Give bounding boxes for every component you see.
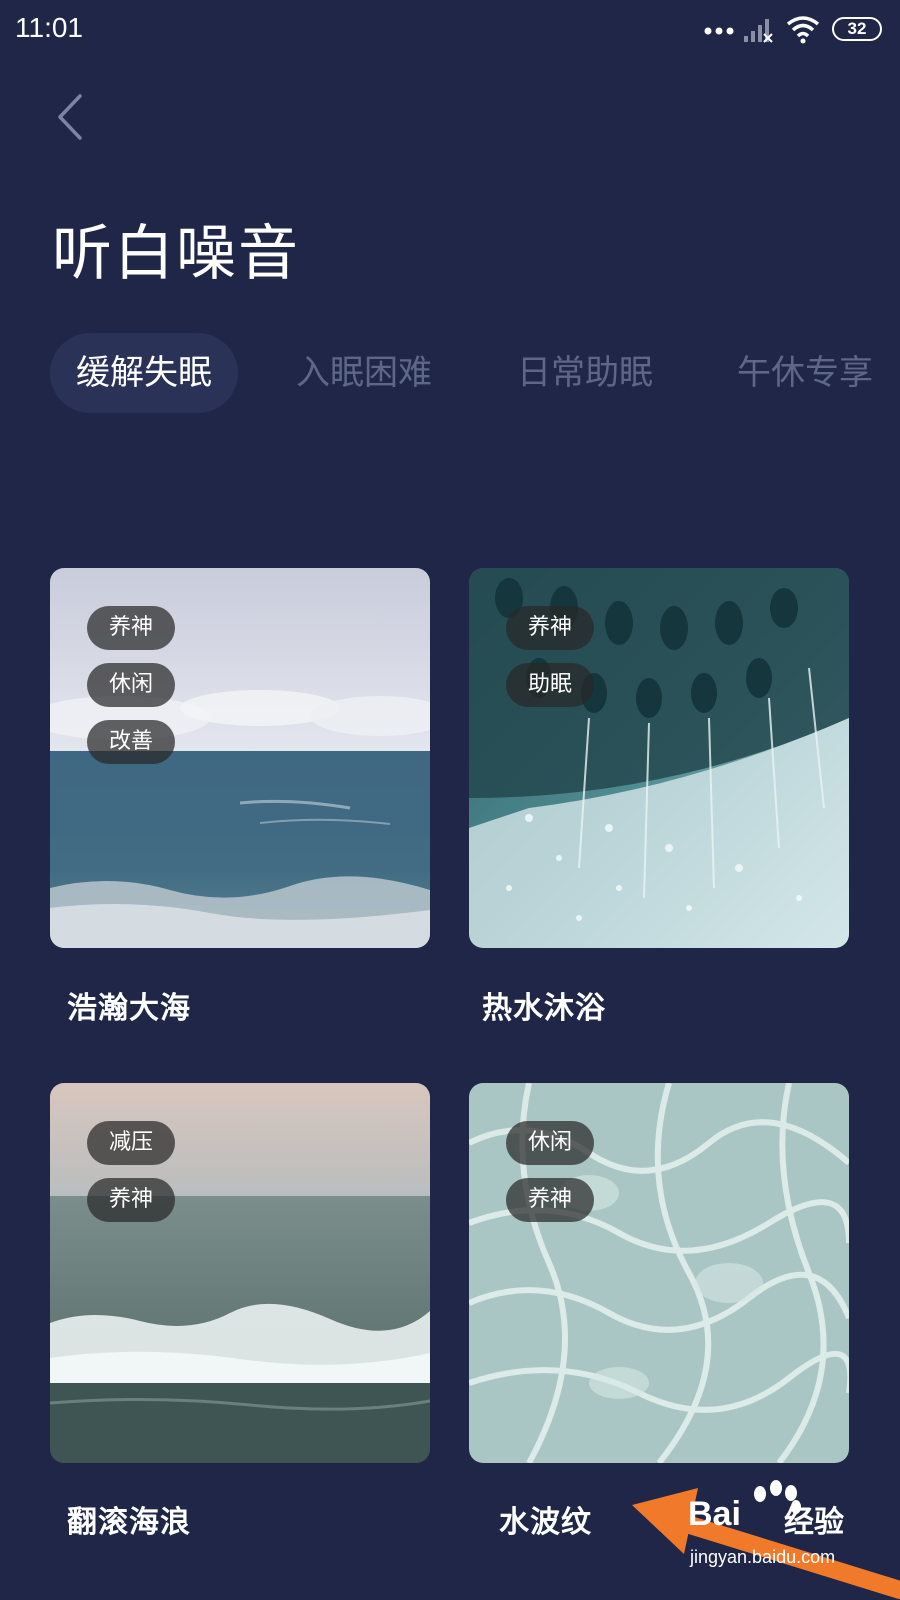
card-title: 翻滚海浪	[67, 1505, 191, 1540]
tag: 休闲	[506, 1121, 595, 1165]
category-tabs: 缓解失眠 入眠困难 日常助眠 午休专享	[50, 333, 900, 413]
status-time: 11:01	[15, 12, 83, 43]
tag: 养神	[506, 1178, 595, 1222]
sound-card[interactable]: 养神 助眠	[469, 568, 849, 948]
watermark-brand: Bai	[688, 1495, 741, 1533]
card-title: 水波纹	[499, 1505, 592, 1540]
page-title: 听白噪音	[52, 219, 300, 289]
tag: 养神	[506, 606, 595, 650]
chevron-left-icon[interactable]	[52, 90, 96, 144]
tab-nap-special[interactable]: 午休专享	[737, 333, 873, 413]
wifi-icon	[786, 16, 820, 44]
battery-icon: 32	[832, 17, 882, 41]
tab-daily-sleep-aid[interactable]: 日常助眠	[517, 333, 653, 413]
tag: 休闲	[87, 663, 176, 707]
status-bar: 11:01 32	[0, 0, 900, 62]
baidu-watermark	[632, 1480, 900, 1599]
sound-card[interactable]: 休闲 养神	[469, 1083, 849, 1463]
sound-card[interactable]: 减压 养神	[50, 1083, 430, 1463]
battery-level: 32	[847, 19, 867, 38]
signal-icon	[744, 19, 773, 43]
watermark-brand-cn: 经验	[784, 1505, 844, 1540]
tab-hard-to-fall-asleep[interactable]: 入眠困难	[296, 333, 432, 413]
card-title: 热水沐浴	[482, 991, 606, 1026]
tag: 养神	[87, 606, 176, 650]
tab-relieve-insomnia[interactable]: 缓解失眠	[50, 333, 238, 413]
card-title: 浩瀚大海	[67, 991, 191, 1026]
tag: 养神	[87, 1178, 176, 1222]
watermark-url: jingyan.baidu.com	[690, 1547, 836, 1567]
tag: 助眠	[506, 663, 595, 707]
tag: 改善	[87, 720, 176, 764]
sound-card[interactable]: 养神 休闲 改善	[50, 568, 430, 948]
more-dots-icon	[704, 27, 734, 35]
tag: 减压	[87, 1121, 176, 1165]
white-noise-screen: 11:01 32 听白噪音 缓解失眠 入眠困难 日常助眠 午休专享 养神 休闲 …	[0, 0, 900, 1600]
